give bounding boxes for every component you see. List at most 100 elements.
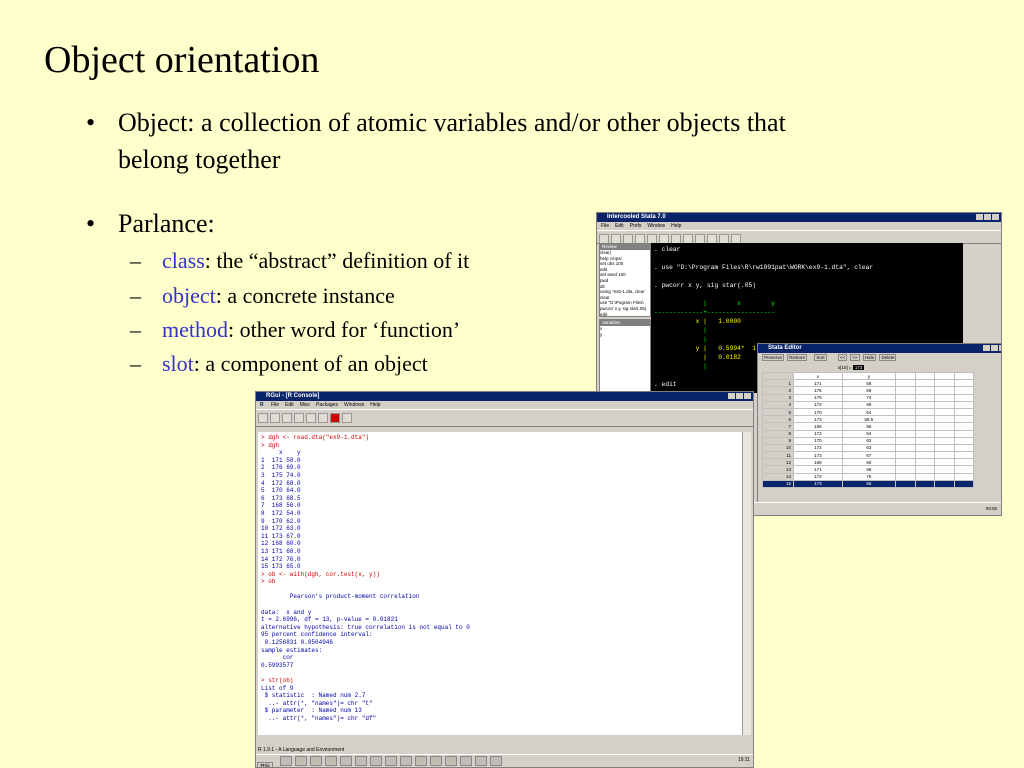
taskbar-app-icon[interactable] xyxy=(460,756,473,766)
grid-row[interactable]: 12 168 60 xyxy=(762,458,975,467)
grid-cell[interactable] xyxy=(895,436,916,445)
grid-cell[interactable] xyxy=(934,443,955,453)
start-button[interactable]: 开始 xyxy=(257,762,274,767)
grid-cell[interactable] xyxy=(895,465,916,474)
menu-edit[interactable]: Edit xyxy=(615,223,624,229)
copy-icon[interactable] xyxy=(294,413,304,423)
grid-cell[interactable]: 76 xyxy=(841,472,897,481)
maximize-icon[interactable] xyxy=(984,214,991,220)
grid-cell[interactable] xyxy=(953,393,975,402)
maximize-icon[interactable] xyxy=(991,345,998,351)
grid-cell[interactable] xyxy=(934,479,955,489)
grid-row[interactable]: 5 170 64 xyxy=(762,407,975,417)
grid-cell[interactable]: 172 xyxy=(793,443,843,453)
paste-icon[interactable] xyxy=(306,413,316,423)
grid-cell[interactable]: 173 xyxy=(793,479,843,489)
grid-row[interactable]: 3 175 74 xyxy=(762,393,975,402)
grid-cell[interactable] xyxy=(934,458,955,467)
grid-cell[interactable] xyxy=(914,465,936,474)
restore-button[interactable]: Restore xyxy=(787,354,808,361)
stop-icon[interactable] xyxy=(330,413,340,423)
menu-file[interactable]: File xyxy=(601,223,609,229)
grid-cell[interactable] xyxy=(953,407,975,417)
grid-cell[interactable] xyxy=(895,407,916,417)
grid-cell[interactable] xyxy=(934,400,955,409)
grid-cell[interactable]: 176 xyxy=(793,386,843,395)
grid-cell[interactable] xyxy=(895,393,916,402)
grid-row[interactable]: 4 172 68 xyxy=(762,400,975,409)
grid-cell[interactable]: 173 xyxy=(793,415,843,424)
grid-cell[interactable] xyxy=(914,415,936,424)
grid-cell[interactable] xyxy=(934,436,955,445)
grid-cell[interactable]: 63 xyxy=(841,443,897,453)
taskbar-app-icon[interactable] xyxy=(340,756,353,766)
console-scrollbar[interactable] xyxy=(742,432,751,735)
preserve-button[interactable]: Preserve xyxy=(762,354,785,361)
grid-cell[interactable]: 68 xyxy=(841,465,897,474)
grid-row[interactable]: 6 173 68.5 xyxy=(762,415,975,424)
grid-cell[interactable] xyxy=(914,451,936,460)
menu-window[interactable]: Window xyxy=(647,223,665,229)
grid-row[interactable]: 8 172 54 xyxy=(762,429,975,438)
open-script-icon[interactable] xyxy=(258,413,268,423)
grid-cell[interactable] xyxy=(914,400,936,409)
taskbar-app-icon[interactable] xyxy=(355,756,368,766)
menu-packages[interactable]: Packages xyxy=(316,402,338,408)
grid-cell[interactable] xyxy=(914,458,936,467)
grid-cell[interactable] xyxy=(934,415,955,424)
grid-cell[interactable] xyxy=(953,443,975,453)
load-workspace-icon[interactable] xyxy=(270,413,280,423)
grid-cell[interactable]: 175 xyxy=(793,393,843,402)
taskbar-app-icon[interactable] xyxy=(370,756,383,766)
r-console[interactable]: > dgh <- read.dta("ex9-1.dta") > dgh x y1… xyxy=(258,432,746,735)
grid-cell[interactable] xyxy=(914,479,936,489)
menu-windows[interactable]: Windows xyxy=(344,402,364,408)
grid-cell[interactable] xyxy=(914,393,936,402)
grid-cell[interactable] xyxy=(914,429,936,438)
grid-cell[interactable]: 168 xyxy=(793,458,843,467)
grid-cell[interactable] xyxy=(953,472,975,481)
grid-cell[interactable] xyxy=(895,400,916,409)
delete-button[interactable]: Delete xyxy=(879,354,897,361)
minimize-icon[interactable] xyxy=(983,345,990,351)
taskbar-app-icon[interactable] xyxy=(430,756,443,766)
grid-cell[interactable] xyxy=(953,422,975,431)
grid-cell[interactable] xyxy=(953,429,975,438)
r-logo-icon[interactable]: R xyxy=(260,402,264,408)
grid-cell[interactable] xyxy=(953,400,975,409)
grid-cell[interactable] xyxy=(953,436,975,445)
cell-value-input[interactable]: 173 xyxy=(852,365,865,370)
taskbar-app-icon[interactable] xyxy=(400,756,413,766)
column-header[interactable]: y xyxy=(841,371,897,381)
grid-cell[interactable] xyxy=(934,472,955,481)
grid-cell[interactable] xyxy=(895,458,916,467)
minimize-icon[interactable] xyxy=(728,393,735,399)
grid-cell[interactable] xyxy=(895,451,916,460)
review-item[interactable]: using "ex5-1.dta, clear xyxy=(600,289,650,295)
grid-cell[interactable]: 58 xyxy=(841,379,897,388)
prev-button[interactable]: << xyxy=(837,354,848,361)
grid-cell[interactable] xyxy=(914,422,936,431)
grid-cell[interactable]: 170 xyxy=(793,436,843,445)
grid-row[interactable]: 7 168 56 xyxy=(762,422,975,431)
grid-cell[interactable] xyxy=(895,443,916,453)
grid-cell[interactable]: 65 xyxy=(841,479,897,489)
grid-row[interactable]: 9 170 62 xyxy=(762,436,975,445)
grid-cell[interactable]: 62 xyxy=(841,436,897,445)
grid-cell[interactable] xyxy=(953,415,975,424)
menu-edit[interactable]: Edit xyxy=(285,402,294,408)
print-icon[interactable] xyxy=(342,413,352,423)
grid-cell[interactable]: 171 xyxy=(793,465,843,474)
rgui-title-bar[interactable]: RGui - [R Console] xyxy=(256,392,753,401)
grid-row[interactable]: 13 171 68 xyxy=(762,465,975,474)
grid-cell[interactable] xyxy=(914,436,936,445)
grid-cell[interactable]: 173 xyxy=(793,451,843,460)
grid-cell[interactable]: 64 xyxy=(841,407,897,417)
next-button[interactable]: >> xyxy=(850,354,860,361)
taskbar-app-icon[interactable] xyxy=(385,756,398,766)
grid-cell[interactable]: 171 xyxy=(793,379,843,388)
variable-item[interactable]: y xyxy=(600,332,650,338)
grid-cell[interactable] xyxy=(934,451,955,460)
close-icon[interactable] xyxy=(744,393,751,399)
menu-help[interactable]: Help xyxy=(370,402,380,408)
